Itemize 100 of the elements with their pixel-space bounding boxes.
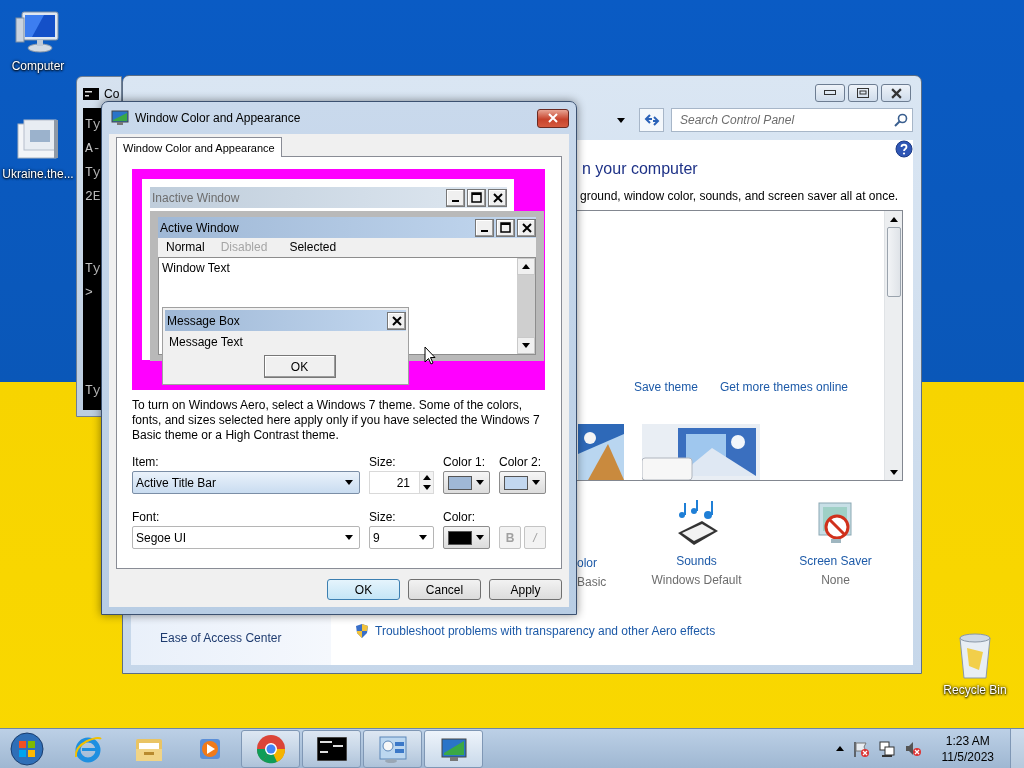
chrome-icon[interactable] [254, 732, 287, 765]
close-icon [548, 113, 558, 123]
dialog-button[interactable]: Apply [489, 579, 562, 600]
caret-icon [476, 480, 484, 485]
scroll-up-icon [522, 264, 530, 269]
maximize-button[interactable] [467, 188, 486, 207]
color-picker[interactable] [443, 526, 490, 549]
setting-value: Basic [577, 575, 607, 589]
close-button[interactable] [488, 188, 507, 207]
sidebar-link[interactable]: Ease of Access Center [160, 631, 331, 645]
console-line: Ty [85, 384, 102, 398]
spin-down-button[interactable] [420, 482, 433, 493]
close-button[interactable] [387, 311, 406, 330]
spin-up-button[interactable] [420, 472, 433, 483]
close-button[interactable] [881, 84, 911, 102]
maximize-icon [500, 222, 511, 233]
scroll-thumb[interactable] [886, 227, 901, 297]
minimize-button[interactable] [475, 218, 494, 237]
setting-link[interactable]: Screen Saver [799, 554, 872, 568]
scroll-up-button[interactable] [517, 258, 535, 275]
page-heading: n your computer [582, 160, 698, 178]
setting-value: None [821, 573, 850, 587]
window-title: Active Window [160, 220, 240, 235]
message-text: Message Text [168, 334, 244, 351]
field-label: Color: [443, 509, 476, 526]
scroll-down-icon [889, 469, 898, 475]
refresh-button[interactable] [639, 108, 664, 132]
console-icon[interactable] [316, 736, 347, 761]
troubleshoot-link[interactable]: Troubleshoot problems with transparency and other Aero effects [375, 624, 716, 638]
start-orb-icon [9, 730, 45, 767]
search-icon [894, 113, 908, 127]
maximize-icon [471, 192, 482, 203]
ok-button[interactable]: OK [263, 355, 336, 378]
field-label: Size: [369, 454, 397, 471]
window-title: Message Box [167, 313, 241, 328]
scroll-down-icon [522, 343, 530, 348]
window-text: Window Text [161, 260, 231, 277]
restore-icon [857, 88, 869, 98]
taskbar-button[interactable] [302, 729, 361, 768]
item-dropdown[interactable]: Active Title Bar [132, 471, 360, 494]
search-field[interactable]: Search Control Panel [671, 108, 913, 132]
flag-icon[interactable] [851, 739, 870, 758]
window-title: Window Color and Appearance [135, 111, 302, 125]
field-label: Size: [369, 509, 397, 526]
color-picker[interactable] [443, 471, 490, 494]
minimize-icon [824, 90, 836, 96]
console-line: A- [85, 142, 102, 156]
scroll-up-icon [889, 216, 898, 222]
theme-link[interactable]: Save theme [633, 380, 698, 394]
icon-label[interactable]: Ukraine.the... [2, 167, 74, 181]
console-line: > [85, 286, 94, 300]
setting-link[interactable]: olor [577, 556, 597, 570]
help-icon[interactable] [895, 140, 913, 158]
caret-icon [345, 480, 353, 485]
close-icon [391, 315, 402, 326]
console-icon [83, 88, 99, 100]
size-spinbox[interactable]: 21 [369, 471, 434, 494]
show-hidden-icons-icon [835, 746, 844, 751]
dialog-button[interactable]: Cancel [408, 579, 481, 600]
computer-icon[interactable] [14, 8, 62, 56]
icon-label[interactable]: Computer [11, 59, 65, 73]
window-title: Co [104, 87, 120, 101]
clock[interactable]: 1:23 AM 11/5/2023 [933, 732, 1002, 765]
caret-icon [419, 535, 427, 540]
console-line: Ty [85, 262, 102, 276]
network-icon[interactable] [877, 739, 896, 758]
console-line: Ty [85, 166, 102, 180]
menu-item[interactable]: Normal [158, 240, 213, 254]
caret-icon [532, 480, 540, 485]
caret-icon [617, 117, 625, 123]
menu-item[interactable]: Selected [275, 240, 345, 254]
setting-link[interactable]: Sounds [676, 554, 717, 568]
page-description: ground, window color, sounds, and screen saver all at once. [580, 189, 899, 203]
caret-down-icon [422, 485, 431, 491]
dialog-button[interactable]: OK [327, 579, 400, 600]
shield-icon [355, 623, 369, 639]
setting-value: Windows Default [651, 573, 742, 587]
close-icon [521, 222, 532, 233]
field-label: Font: [132, 509, 161, 526]
field-label: Item: [132, 454, 160, 471]
show-desktop-button[interactable] [1010, 728, 1024, 768]
close-button[interactable] [537, 108, 569, 128]
close-icon [492, 192, 503, 203]
tab[interactable]: Window Color and Appearance [116, 137, 282, 157]
caret-icon [476, 535, 484, 540]
scroll-down-button[interactable] [517, 337, 535, 354]
close-button[interactable] [517, 218, 536, 237]
restore-button[interactable] [848, 84, 878, 102]
theme-link[interactable]: Get more themes online [719, 380, 848, 394]
instruction-text: To turn on Windows Aero, select a Windows 7 theme. Some of the colors, fonts, and sizes selected here apply only if you have selected the Windows 7 Basic theme or a High Contrast theme. [132, 398, 541, 443]
close-icon [890, 87, 902, 99]
maximize-button[interactable] [496, 218, 515, 237]
minimize-button[interactable] [815, 84, 845, 102]
taskbar-button[interactable] [424, 729, 483, 768]
color-picker[interactable] [499, 471, 546, 494]
minimize-button[interactable] [446, 188, 465, 207]
minimize-icon [452, 200, 459, 202]
field-label: Color 2: [499, 454, 543, 471]
caret-up-icon [422, 474, 431, 480]
caret-icon [345, 535, 353, 540]
